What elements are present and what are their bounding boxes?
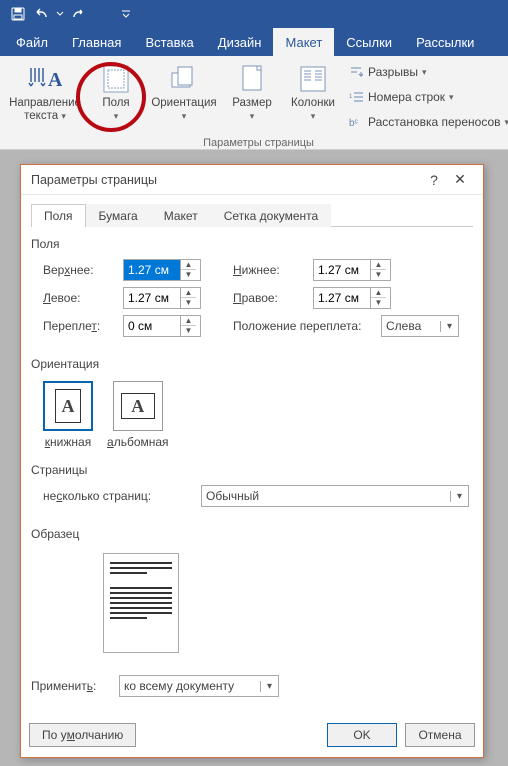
gutter-pos-select[interactable]: Слева▾ bbox=[381, 315, 459, 337]
undo-dropdown[interactable] bbox=[54, 2, 66, 26]
save-button[interactable] bbox=[6, 2, 30, 26]
ribbon-tabs: Файл Главная Вставка Дизайн Макет Ссылки… bbox=[0, 28, 508, 56]
dialog-buttons: По умолчанию OK Отмена bbox=[21, 713, 483, 757]
text-direction-button[interactable]: A Направление текста ▾ bbox=[4, 59, 86, 135]
dlg-tab-paper[interactable]: Бумага bbox=[86, 204, 151, 227]
dialog-titlebar: Параметры страницы ? ✕ bbox=[21, 165, 483, 195]
apply-to-label: Применить: bbox=[31, 679, 111, 693]
help-button[interactable]: ? bbox=[421, 172, 447, 188]
default-button[interactable]: По умолчанию bbox=[29, 723, 136, 747]
chevron-down-icon: ▾ bbox=[449, 92, 454, 103]
svg-text:A: A bbox=[48, 69, 62, 91]
columns-button[interactable]: Колонки ▾ bbox=[282, 59, 344, 135]
dlg-tab-grid[interactable]: Сетка документа bbox=[211, 204, 331, 227]
chevron-down-icon: ▾ bbox=[61, 111, 66, 121]
hyphenation-icon: bᶜ bbox=[348, 114, 364, 130]
svg-text:bᶜ: bᶜ bbox=[349, 118, 359, 129]
margins-button[interactable]: Поля ▾ bbox=[86, 59, 146, 135]
size-icon bbox=[239, 64, 265, 94]
quick-access-toolbar bbox=[0, 0, 508, 28]
margins-section-label: Поля bbox=[31, 237, 473, 251]
chevron-down-icon: ▾ bbox=[505, 117, 508, 128]
tab-home[interactable]: Главная bbox=[60, 28, 133, 56]
tab-design[interactable]: Дизайн bbox=[206, 28, 274, 56]
orientation-landscape[interactable]: A альбомная bbox=[107, 381, 169, 449]
left-margin-input[interactable]: ▲▼ bbox=[123, 287, 201, 309]
tab-file[interactable]: Файл bbox=[4, 28, 60, 56]
dialog-title: Параметры страницы bbox=[31, 173, 421, 187]
bottom-margin-input[interactable]: ▲▼ bbox=[313, 259, 391, 281]
dlg-tab-layout[interactable]: Макет bbox=[151, 204, 211, 227]
chevron-down-icon: ▾ bbox=[250, 111, 255, 121]
customize-qat[interactable] bbox=[114, 2, 138, 26]
apply-to-select[interactable]: ко всему документу▾ bbox=[119, 675, 279, 697]
gutter-input[interactable]: ▲▼ bbox=[123, 315, 201, 337]
tab-mailings[interactable]: Рассылки bbox=[404, 28, 486, 56]
ribbon: A Направление текста ▾ Поля ▾ bbox=[0, 56, 508, 150]
undo-button[interactable] bbox=[30, 2, 54, 26]
margins-label: Поля bbox=[102, 97, 129, 109]
tab-references[interactable]: Ссылки bbox=[334, 28, 404, 56]
chevron-down-icon: ▾ bbox=[311, 111, 316, 121]
breaks-icon bbox=[348, 64, 364, 80]
tab-layout[interactable]: Макет bbox=[273, 28, 334, 56]
bottom-margin-label: Нижнее: bbox=[233, 263, 305, 277]
hyphenation-button[interactable]: bᶜ Расстановка переносов ▾ bbox=[348, 111, 508, 133]
orientation-button[interactable]: Ориентация ▾ bbox=[146, 59, 222, 135]
text-direction-label: Направление текста bbox=[9, 97, 81, 122]
dlg-tab-margins[interactable]: Поля bbox=[31, 204, 86, 227]
gutter-pos-label: Положение переплета: bbox=[233, 319, 373, 333]
columns-label: Колонки bbox=[291, 97, 335, 109]
ribbon-group-label: Параметры страницы bbox=[4, 135, 508, 150]
svg-text:1: 1 bbox=[349, 94, 353, 100]
orientation-section-label: Ориентация bbox=[31, 357, 473, 371]
gutter-label: Переплет: bbox=[43, 319, 115, 333]
left-margin-label: Левое: bbox=[43, 291, 115, 305]
ribbon-group-page-setup: A Направление текста ▾ Поля ▾ bbox=[0, 56, 508, 149]
orientation-icon bbox=[169, 64, 199, 94]
breaks-button[interactable]: Разрывы ▾ bbox=[348, 61, 508, 83]
orientation-portrait[interactable]: A книжная bbox=[43, 381, 93, 449]
size-button[interactable]: Размер ▾ bbox=[222, 59, 282, 135]
cancel-button[interactable]: Отмена bbox=[405, 723, 475, 747]
top-margin-label: Верхнее: bbox=[43, 263, 115, 277]
ok-button[interactable]: OK bbox=[327, 723, 397, 747]
chevron-down-icon: ▾ bbox=[114, 111, 119, 121]
dialog-tabs: Поля Бумага Макет Сетка документа bbox=[31, 203, 473, 227]
chevron-down-icon: ▾ bbox=[422, 67, 427, 78]
line-numbers-icon: 1 bbox=[348, 89, 364, 105]
breaks-label: Разрывы bbox=[368, 65, 418, 79]
tab-insert[interactable]: Вставка bbox=[133, 28, 205, 56]
ribbon-small-items: Разрывы ▾ 1 Номера строк ▾ bᶜ Расстановк… bbox=[344, 59, 508, 135]
line-numbers-button[interactable]: 1 Номера строк ▾ bbox=[348, 86, 508, 108]
multi-pages-label: несколько страниц: bbox=[43, 489, 193, 503]
orientation-label: Ориентация bbox=[151, 97, 216, 109]
right-margin-input[interactable]: ▲▼ bbox=[313, 287, 391, 309]
close-button[interactable]: ✕ bbox=[447, 171, 473, 188]
page-setup-dialog: Параметры страницы ? ✕ Поля Бумага Макет… bbox=[20, 164, 484, 758]
hyphenation-label: Расстановка переносов bbox=[368, 115, 501, 129]
multi-pages-select[interactable]: Обычный▾ bbox=[201, 485, 469, 507]
preview-section-label: Образец bbox=[31, 527, 473, 541]
pages-section-label: Страницы bbox=[31, 463, 473, 477]
redo-button[interactable] bbox=[66, 2, 90, 26]
size-label: Размер bbox=[232, 97, 272, 109]
top-margin-input[interactable]: ▲▼ bbox=[123, 259, 201, 281]
chevron-down-icon: ▾ bbox=[182, 111, 187, 121]
document-area: Параметры страницы ? ✕ Поля Бумага Макет… bbox=[0, 150, 508, 766]
margins-icon bbox=[101, 64, 131, 94]
line-numbers-label: Номера строк bbox=[368, 90, 445, 104]
right-margin-label: Правое: bbox=[233, 291, 305, 305]
preview-thumbnail bbox=[103, 553, 179, 653]
columns-icon bbox=[299, 65, 327, 93]
text-direction-icon: A bbox=[28, 64, 62, 94]
